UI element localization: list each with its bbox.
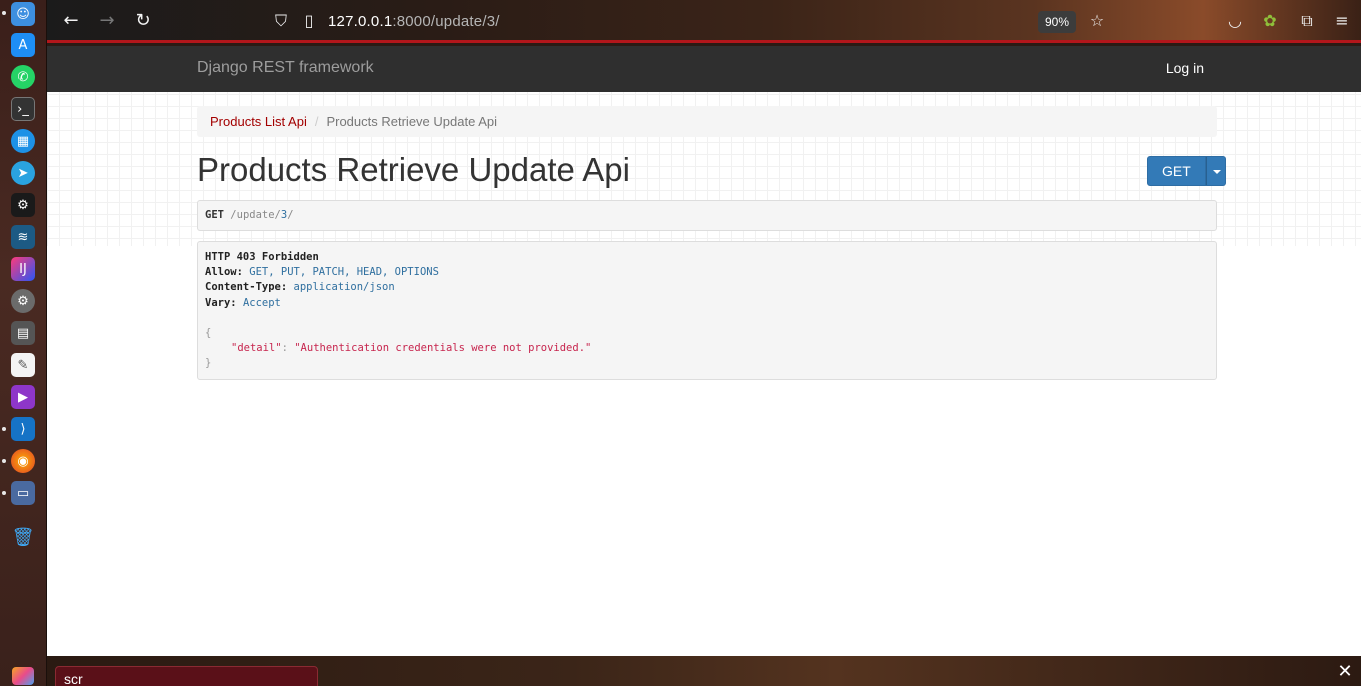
breadcrumb-separator: / xyxy=(314,114,319,129)
json-close-brace: } xyxy=(205,357,212,370)
request-path-prefix: /update/ xyxy=(230,209,281,221)
vary-header-value: Accept xyxy=(242,296,281,309)
breadcrumb: Products List Api / Products Retrieve Upda… xyxy=(197,106,1217,137)
forward-icon[interactable]: → xyxy=(97,11,117,31)
login-link[interactable]: Log in xyxy=(1166,60,1204,76)
navbar-brand[interactable]: Django REST framework xyxy=(197,59,374,77)
settings-icon[interactable]: ⚙ xyxy=(11,289,35,313)
browser-toolbar: ← → ↻ ⛉ ▯ 127.0.0.1:8000/update/3/ 90% ☆… xyxy=(47,0,1361,43)
get-format-dropdown-toggle[interactable] xyxy=(1205,156,1226,186)
response-info: HTTP 403 Forbidden Allow: GET, PUT, PATC… xyxy=(197,241,1217,380)
url-path: :8000/update/3/ xyxy=(392,13,500,30)
zoom-indicator[interactable]: 90% xyxy=(1038,11,1076,33)
url-bar[interactable]: 127.0.0.1:8000/update/3/ xyxy=(328,13,500,30)
get-button-group: GET xyxy=(1147,156,1226,186)
breadcrumb-current: Products Retrieve Update Api xyxy=(326,114,497,129)
request-info: GET /update/3/ xyxy=(197,200,1217,231)
steam-icon[interactable]: ⚙ xyxy=(11,193,35,217)
json-detail-key: "detail" xyxy=(231,342,282,355)
app-store-icon[interactable]: A xyxy=(11,33,35,57)
dock-running-indicator xyxy=(2,459,6,463)
whatsapp-icon[interactable]: ✆ xyxy=(11,65,35,89)
calculator-icon[interactable]: ▤ xyxy=(11,321,35,345)
url-host: 127.0.0.1 xyxy=(328,13,393,30)
get-button[interactable]: GET xyxy=(1147,156,1206,186)
reload-icon[interactable]: ↻ xyxy=(133,11,153,31)
content-type-header-value: application/json xyxy=(293,281,395,294)
request-method: GET xyxy=(205,209,224,221)
dock-running-indicator xyxy=(2,491,6,495)
page-title: Products Retrieve Update Api xyxy=(197,151,630,188)
trash-icon[interactable]: 🗑 xyxy=(11,525,35,549)
allow-header-key: Allow: xyxy=(205,266,243,279)
video-recorder-icon[interactable]: ▶ xyxy=(11,385,35,409)
intellij-icon[interactable]: IJ xyxy=(11,257,35,281)
breadcrumb-link-products-list[interactable]: Products List Api xyxy=(210,114,307,129)
vscode-icon[interactable]: ⟩ xyxy=(11,417,35,441)
shield-icon[interactable]: ⛉ xyxy=(271,11,291,31)
bookmark-star-icon[interactable]: ☆ xyxy=(1087,11,1107,31)
dock: ☺ A ✆ ›_ ▦ ➤ ⚙ ≋ IJ ⚙ ▤ ✎ ▶ ⟩ ◉ ▭ 🗑 xyxy=(0,0,47,686)
extension-icon[interactable]: ✿ xyxy=(1260,11,1280,31)
json-open-brace: { xyxy=(205,326,212,339)
content-type-header-key: Content-Type: xyxy=(205,281,288,294)
back-icon[interactable]: ← xyxy=(61,11,81,31)
telegram-icon[interactable]: ➤ xyxy=(11,161,35,185)
json-detail-value: "Authentication credentials were not pro… xyxy=(294,342,592,355)
remote-desktop-icon[interactable]: ▭ xyxy=(11,481,35,505)
request-path-suffix: / xyxy=(287,209,294,221)
show-apps-icon[interactable] xyxy=(12,667,34,685)
drf-navbar: Django REST framework Log in xyxy=(47,46,1361,92)
json-colon: : xyxy=(281,342,288,355)
page-content: Django REST framework Log in Products Li… xyxy=(47,46,1361,656)
dock-running-indicator xyxy=(2,427,6,431)
pocket-icon[interactable]: ◡ xyxy=(1225,11,1245,31)
dock-running-indicator xyxy=(2,11,6,15)
docker-icon[interactable]: ▦ xyxy=(11,129,35,153)
terminal-icon[interactable]: ›_ xyxy=(11,97,35,121)
text-editor-icon[interactable]: ✎ xyxy=(11,353,35,377)
find-input[interactable]: scr xyxy=(55,666,318,686)
vary-header-key: Vary: xyxy=(205,296,237,309)
menu-icon[interactable]: ≡ xyxy=(1332,11,1352,31)
find-bar: scr ✕ xyxy=(47,656,1361,686)
allow-header-value: GET, PUT, PATCH, HEAD, OPTIONS xyxy=(249,266,439,279)
mysql-workbench-icon[interactable]: ≋ xyxy=(11,225,35,249)
response-status: HTTP 403 Forbidden xyxy=(205,251,319,263)
close-icon[interactable]: ✕ xyxy=(1335,662,1355,682)
extensions-puzzle-icon[interactable]: ⧉ xyxy=(1297,11,1317,31)
page-info-icon[interactable]: ▯ xyxy=(299,11,319,31)
response-spacer xyxy=(205,311,1209,326)
firefox-icon[interactable]: ◉ xyxy=(11,449,35,473)
finder-icon[interactable]: ☺ xyxy=(11,2,35,26)
